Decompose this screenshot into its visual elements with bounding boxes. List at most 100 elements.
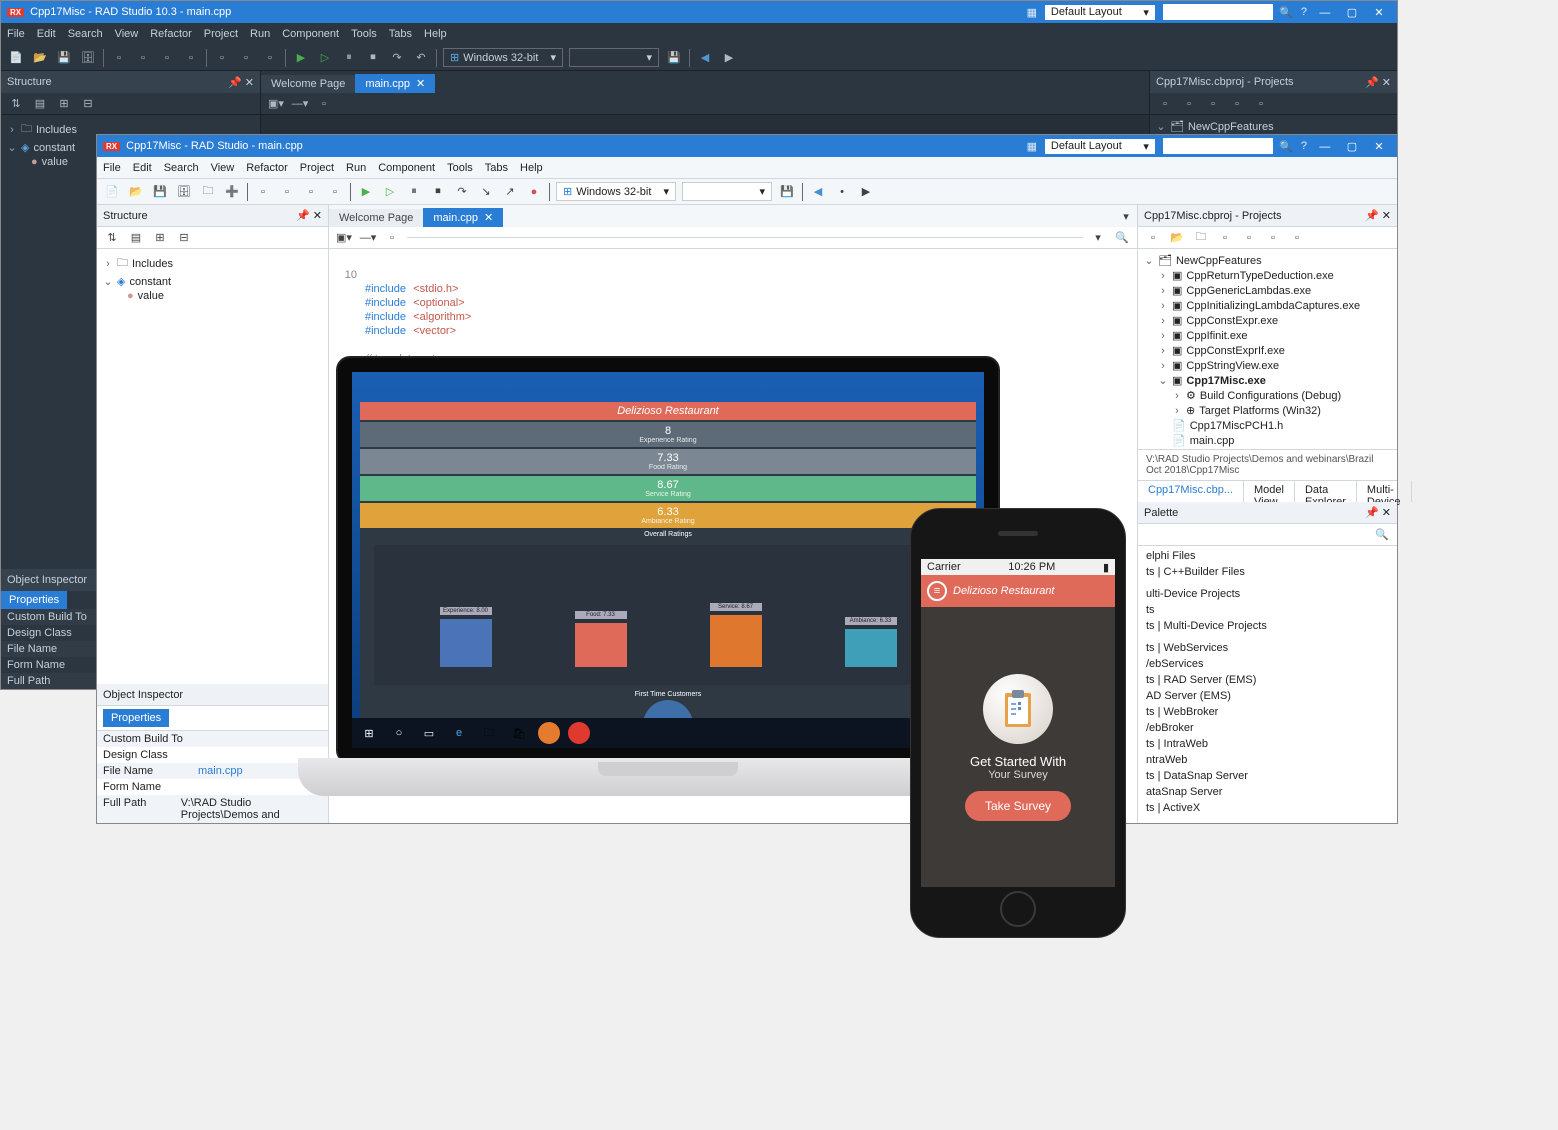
help-icon[interactable]: ? bbox=[1295, 3, 1313, 21]
menu-tools[interactable]: Tools bbox=[447, 162, 473, 174]
menu-edit[interactable]: Edit bbox=[133, 162, 152, 174]
tool-icon[interactable]: ▫ bbox=[1216, 229, 1234, 247]
btab-multi[interactable]: Multi-Device Pr... bbox=[1357, 481, 1412, 502]
tool-icon[interactable]: 📂 bbox=[1168, 229, 1186, 247]
menu-edit[interactable]: Edit bbox=[37, 28, 56, 40]
tab-main[interactable]: main.cpp✕ bbox=[423, 208, 503, 227]
layout-selector[interactable]: Default Layout▾ bbox=[1045, 5, 1155, 20]
palette-list[interactable]: elphi Files ts | C++Builder Files ulti-D… bbox=[1138, 546, 1397, 818]
folder-icon[interactable]: 🗀 bbox=[199, 183, 217, 201]
expand-icon[interactable]: ⊞ bbox=[55, 95, 73, 113]
structure-tree[interactable]: ›🗀Includes ⌄◈constant ●value bbox=[97, 249, 328, 684]
pin-icon[interactable]: 📌 bbox=[296, 210, 310, 222]
nav-dd-icon[interactable]: —▾ bbox=[291, 95, 309, 113]
menu-icon[interactable]: ≡ bbox=[927, 581, 947, 601]
tool-icon[interactable]: ▫ bbox=[254, 183, 272, 201]
filter-icon[interactable]: ▤ bbox=[127, 229, 145, 247]
menu-search[interactable]: Search bbox=[68, 28, 103, 40]
tabs-dd-icon[interactable]: ▾ bbox=[1117, 207, 1135, 225]
sort-icon[interactable]: ⇅ bbox=[103, 229, 121, 247]
close-icon[interactable]: ✕ bbox=[313, 210, 322, 222]
help-icon[interactable]: ? bbox=[1295, 137, 1313, 155]
run-icon[interactable]: ▶ bbox=[292, 49, 310, 67]
titlebar[interactable]: RX Cpp17Misc - RAD Studio 10.3 - main.cp… bbox=[1, 1, 1397, 23]
sort-icon[interactable]: ⇅ bbox=[7, 95, 25, 113]
properties-tab[interactable]: Properties bbox=[103, 709, 169, 727]
menu-search[interactable]: Search bbox=[164, 162, 199, 174]
store-icon[interactable]: 🛍 bbox=[508, 722, 530, 744]
pause-icon[interactable]: ⏸ bbox=[405, 183, 423, 201]
step-icon[interactable]: ↶ bbox=[412, 49, 430, 67]
maximize-button[interactable]: ▢ bbox=[1340, 140, 1364, 153]
step-out-icon[interactable]: ↗ bbox=[501, 183, 519, 201]
nav-dd-icon[interactable]: • bbox=[833, 183, 851, 201]
tool-icon[interactable]: ▫ bbox=[261, 49, 279, 67]
run-nodebug-icon[interactable]: ▷ bbox=[316, 49, 334, 67]
menu-run[interactable]: Run bbox=[250, 28, 270, 40]
step-into-icon[interactable]: ↘ bbox=[477, 183, 495, 201]
close-icon[interactable]: ✕ bbox=[245, 77, 254, 89]
menu-run[interactable]: Run bbox=[346, 162, 366, 174]
close-tab-icon[interactable]: ✕ bbox=[416, 77, 425, 90]
close-tab-icon[interactable]: ✕ bbox=[484, 211, 493, 224]
menu-help[interactable]: Help bbox=[520, 162, 543, 174]
saveall-icon[interactable]: 🗄 bbox=[175, 183, 193, 201]
palette-panel-header[interactable]: Palette 📌 ✕ bbox=[1138, 502, 1397, 524]
tool-icon[interactable]: ▫ bbox=[1252, 95, 1270, 113]
add-icon[interactable]: ➕ bbox=[223, 183, 241, 201]
stop-icon[interactable]: ⏹ bbox=[364, 49, 382, 67]
tool-icon[interactable]: ▫ bbox=[278, 183, 296, 201]
stop-icon[interactable]: ⏹ bbox=[429, 183, 447, 201]
pin-icon[interactable]: 📌 bbox=[1365, 77, 1379, 89]
config-selector[interactable]: ▾ bbox=[682, 182, 772, 201]
firefox-icon[interactable] bbox=[538, 722, 560, 744]
new-icon[interactable]: 📄 bbox=[7, 49, 25, 67]
platform-selector[interactable]: ⊞Windows 32-bit▾ bbox=[443, 48, 563, 67]
menu-help[interactable]: Help bbox=[424, 28, 447, 40]
tool-icon[interactable]: ▫ bbox=[134, 49, 152, 67]
tool-icon[interactable]: ▫ bbox=[1156, 95, 1174, 113]
platform-selector[interactable]: ⊞Windows 32-bit▾ bbox=[556, 182, 676, 201]
tool-icon[interactable]: ▫ bbox=[182, 49, 200, 67]
open-icon[interactable]: 📂 bbox=[31, 49, 49, 67]
run-nodebug-icon[interactable]: ▷ bbox=[381, 183, 399, 201]
close-button[interactable]: ✕ bbox=[1367, 6, 1391, 19]
step-over-icon[interactable]: ↷ bbox=[453, 183, 471, 201]
search-icon[interactable]: 🔍 bbox=[1277, 3, 1295, 21]
task-view-icon[interactable]: ▭ bbox=[418, 722, 440, 744]
menu-tabs[interactable]: Tabs bbox=[389, 28, 412, 40]
nav-back-icon[interactable]: ◀ bbox=[696, 49, 714, 67]
nav-fwd-icon[interactable]: ▶ bbox=[720, 49, 738, 67]
filter-icon[interactable]: ▤ bbox=[31, 95, 49, 113]
tool-icon[interactable]: ▫ bbox=[1228, 95, 1246, 113]
tool-icon[interactable]: ▫ bbox=[110, 49, 128, 67]
search-box[interactable] bbox=[1163, 138, 1273, 154]
step-icon[interactable]: ↷ bbox=[388, 49, 406, 67]
unit-dd-icon[interactable]: ▣▾ bbox=[267, 95, 285, 113]
tool-icon[interactable]: 🗀 bbox=[1192, 229, 1210, 247]
tab-main[interactable]: main.cpp✕ bbox=[355, 74, 435, 93]
minimize-button[interactable]: — bbox=[1313, 7, 1337, 19]
pin-icon[interactable]: 📌 bbox=[1365, 507, 1379, 519]
properties-tab[interactable]: Properties bbox=[1, 591, 67, 609]
menu-refactor[interactable]: Refactor bbox=[246, 162, 288, 174]
inspector-panel-header[interactable]: Object Inspector bbox=[97, 684, 328, 706]
tool-icon[interactable]: ▫ bbox=[1240, 229, 1258, 247]
layout-selector[interactable]: Default Layout▾ bbox=[1045, 139, 1155, 154]
tool-icon[interactable]: ▫ bbox=[1204, 95, 1222, 113]
search-icon[interactable]: 🔍 bbox=[1373, 526, 1391, 544]
search-icon[interactable]: 🔍 bbox=[1277, 137, 1295, 155]
collapse-icon[interactable]: ⊟ bbox=[175, 229, 193, 247]
menu-component[interactable]: Component bbox=[282, 28, 339, 40]
tab-welcome[interactable]: Welcome Page bbox=[261, 75, 355, 93]
expand-icon[interactable]: ⊞ bbox=[151, 229, 169, 247]
property-grid[interactable]: Custom Build To Design Class File Namema… bbox=[97, 731, 328, 823]
tool-icon[interactable]: ▫ bbox=[326, 183, 344, 201]
pause-icon[interactable]: ⏸ bbox=[340, 49, 358, 67]
config-selector[interactable]: ▾ bbox=[569, 48, 659, 67]
menu-view[interactable]: View bbox=[115, 28, 139, 40]
tool-icon[interactable]: ▫ bbox=[1288, 229, 1306, 247]
titlebar[interactable]: RX Cpp17Misc - RAD Studio - main.cpp ▦ D… bbox=[97, 135, 1397, 157]
tool-icon[interactable]: ▫ bbox=[1144, 229, 1162, 247]
btab-model[interactable]: Model View bbox=[1244, 481, 1295, 502]
